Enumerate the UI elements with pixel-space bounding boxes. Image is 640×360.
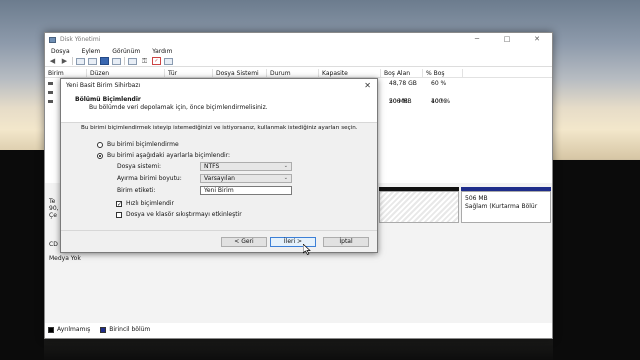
legend-swatch-unallocated (48, 326, 54, 333)
cd-drive-label[interactable]: CD (49, 241, 58, 248)
volume-icon (48, 82, 53, 85)
allocation-unit-label: Ayırma birimi boyutu: (117, 175, 182, 182)
radio-format-with-settings-label: Bu birimi aşağıdaki ayarlarla biçimlendi… (107, 152, 231, 159)
window-titlebar[interactable]: Disk Yönetimi ─ □ ✕ (45, 33, 552, 46)
close-button[interactable]: ✕ (522, 33, 552, 46)
wizard-header: Bölümü Biçimlendir Bu bölümde veri depol… (61, 91, 377, 123)
chevron-down-icon: ⌄ (283, 163, 288, 169)
free-space-cell: 20 MB (389, 98, 408, 105)
volume-icon (48, 100, 53, 103)
cancel-button[interactable]: İptal (323, 237, 369, 247)
column-duzen[interactable]: Düzen (87, 69, 165, 77)
details-view-icon[interactable] (112, 57, 121, 65)
disk0-label[interactable]: Te 90, Çe (49, 198, 59, 219)
maximize-button[interactable]: □ (492, 33, 522, 46)
legend: Ayrılmamış Birincil bölüm (48, 326, 160, 333)
column-durum[interactable]: Durum (267, 69, 319, 77)
forward-arrow-icon[interactable]: ▶ (60, 57, 69, 65)
radio-do-not-format-label: Bu birimi biçimlendirme (107, 141, 179, 148)
column-yuzde-bos[interactable]: % Boş (423, 69, 463, 77)
free-space-cell: 48,78 GB (389, 80, 417, 87)
quick-format-label: Hızlı biçimlendir (126, 200, 174, 207)
recovery-size: 506 MB (465, 195, 488, 202)
compression-checkbox[interactable]: Dosya ve klasör sıkıştırmayı etkinleştir (116, 211, 242, 218)
help-icon[interactable] (100, 57, 109, 65)
compression-label: Dosya ve klasör sıkıştırmayı etkinleştir (126, 211, 242, 218)
window-title: Disk Yönetimi (60, 36, 101, 43)
menu-bar: Dosya Eylem Görünüm Yardım (45, 46, 552, 56)
radio-do-not-format-circle[interactable] (97, 141, 103, 148)
volume-label-label: Birim etiketi: (117, 187, 156, 194)
quick-format-checkbox[interactable]: ✓ Hızlı biçimlendir (116, 200, 174, 207)
disk0-status-text: Çe (49, 212, 57, 219)
rescan-icon[interactable] (128, 57, 137, 65)
volume-icon (48, 91, 53, 94)
new-simple-volume-wizard: Yeni Basit Birim Sihirbazı ✕ Bölümü Biçi… (60, 78, 378, 253)
compression-checkbox-box[interactable] (116, 211, 122, 218)
legend-unallocated: Ayrılmamış (48, 326, 90, 333)
percent-free-cell: 60 % (431, 80, 447, 87)
back-button[interactable]: < Geri (221, 237, 267, 247)
console-tree-icon[interactable] (76, 57, 85, 65)
column-birim[interactable]: Birim (45, 69, 87, 77)
file-system-value: NTFS (204, 163, 220, 170)
percent-free-cell: 40 % (431, 98, 447, 105)
tree-silhouette-left (0, 150, 44, 360)
cd-no-media-text: Medya Yok (49, 255, 81, 262)
radio-format-with-settings-circle[interactable] (97, 152, 103, 159)
minimize-button[interactable]: ─ (462, 33, 492, 46)
radio-do-not-format[interactable]: Bu birimi biçimlendirme (97, 141, 179, 148)
wizard-step-subtitle: Bu bölümde veri depolamak için, önce biç… (89, 104, 268, 111)
check-disk-icon[interactable]: ✓ (152, 57, 161, 65)
menu-help[interactable]: Yardım (152, 48, 172, 55)
volume-table-header: Birim Düzen Tür Dosya Sistemi Durum Kapa… (45, 69, 552, 78)
menu-file[interactable]: Dosya (51, 48, 70, 55)
file-system-select[interactable]: NTFS ⌄ (200, 162, 292, 171)
list-view-icon[interactable] (164, 57, 173, 65)
menu-view[interactable]: Görünüm (112, 48, 140, 55)
menu-action[interactable]: Eylem (82, 48, 101, 55)
properties-icon[interactable] (88, 57, 97, 65)
column-bos-alan[interactable]: Boş Alan (381, 69, 423, 77)
toolbar-divider (72, 57, 73, 65)
disk-management-app-icon (49, 36, 56, 43)
file-system-label: Dosya sistemi: (117, 163, 162, 170)
unallocated-partition[interactable] (379, 191, 459, 223)
column-kapasite[interactable]: Kapasite (319, 69, 381, 77)
radio-format-with-settings[interactable]: Bu birimi aşağıdaki ayarlarla biçimlendi… (97, 152, 230, 159)
wizard-step-title: Bölümü Biçimlendir (75, 96, 141, 103)
key-icon[interactable]: ⚿ (140, 57, 149, 65)
wizard-title: Yeni Basit Birim Sihirbazı (66, 81, 141, 89)
volume-label-input[interactable]: Yeni Birim (200, 186, 292, 195)
recovery-status: Sağlam (Kurtarma Bölür (465, 203, 538, 210)
wizard-titlebar[interactable]: Yeni Basit Birim Sihirbazı ✕ (61, 79, 377, 91)
legend-primary: Birincil bölüm (100, 326, 150, 333)
wizard-close-icon[interactable]: ✕ (364, 81, 371, 90)
wizard-footer: < Geri İleri > İptal (61, 230, 377, 252)
recovery-partition[interactable]: 506 MB Sağlam (Kurtarma Bölür (461, 191, 551, 223)
toolbar: ◀ ▶ ⚿ ✓ (45, 56, 552, 67)
mouse-pointer-icon (303, 244, 311, 255)
quick-format-checkmark-icon[interactable]: ✓ (116, 200, 122, 207)
tree-silhouette-right (553, 160, 640, 360)
wizard-intro-text: Bu birimi biçimlendirmek isteyip istemed… (81, 125, 358, 131)
chevron-down-icon: ⌄ (283, 175, 288, 181)
allocation-unit-value: Varsayılan (204, 175, 235, 182)
legend-swatch-primary (100, 326, 107, 333)
back-arrow-icon[interactable]: ◀ (48, 57, 57, 65)
legend-label-primary: Birincil bölüm (109, 326, 151, 333)
toolbar-divider (124, 57, 125, 65)
allocation-unit-select[interactable]: Varsayılan ⌄ (200, 174, 292, 183)
disk0-type-text: Te (49, 198, 56, 205)
column-dosya-sistemi[interactable]: Dosya Sistemi (213, 69, 267, 77)
legend-label-unallocated: Ayrılmamış (57, 326, 91, 333)
column-tur[interactable]: Tür (165, 69, 213, 77)
disk0-size-text: 90, (49, 205, 59, 212)
